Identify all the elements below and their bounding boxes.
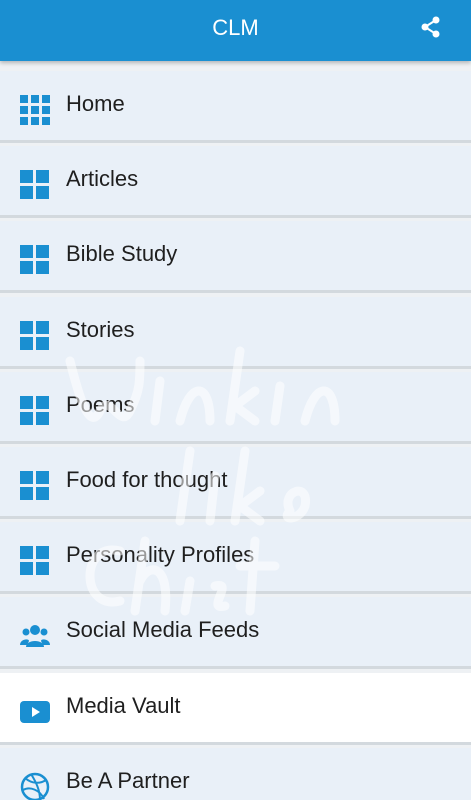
menu-item-label: Home [66, 91, 125, 116]
menu-item-be-a-partner[interactable]: Be A Partner [0, 748, 471, 800]
menu-item-media-vault[interactable]: Media Vault [0, 673, 471, 745]
tiles-icon [20, 471, 50, 501]
menu-item-label: Articles [66, 166, 139, 191]
menu-item-label: Personality Profiles [66, 542, 255, 567]
tiles-icon [20, 321, 50, 351]
menu-item-stories[interactable]: Stories [0, 297, 471, 369]
menu-item-articles[interactable]: Articles [0, 146, 471, 218]
menu-list: Home Articles Bible Study Stories Poems … [0, 61, 471, 800]
tiles-icon [20, 396, 50, 426]
ball-icon [20, 772, 50, 800]
menu-item-label: Bible Study [66, 241, 178, 266]
menu-item-label: Poems [66, 392, 135, 417]
menu-item-social-media-feeds[interactable]: Social Media Feeds [0, 597, 471, 669]
app-bar: CLM [0, 0, 471, 61]
menu-item-personality-profiles[interactable]: Personality Profiles [0, 522, 471, 594]
menu-item-label: Be A Partner [66, 768, 190, 793]
tiles-icon [20, 245, 50, 275]
app-title: CLM [212, 15, 259, 40]
tiles-icon [20, 546, 50, 576]
play-icon [20, 697, 50, 727]
menu-item-bible-study[interactable]: Bible Study [0, 221, 471, 293]
users-icon [20, 621, 50, 651]
tiles-icon [20, 170, 50, 200]
menu-item-label: Media Vault [66, 693, 181, 718]
menu-item-label: Food for thought [66, 467, 228, 492]
menu-item-poems[interactable]: Poems [0, 372, 471, 444]
menu-item-food-for-thought[interactable]: Food for thought [0, 447, 471, 519]
grid-dots-icon [20, 95, 50, 125]
menu-item-label: Stories [66, 317, 135, 342]
menu-item-home[interactable]: Home [0, 71, 471, 143]
menu-item-label: Social Media Feeds [66, 617, 260, 642]
share-icon[interactable] [421, 16, 441, 38]
